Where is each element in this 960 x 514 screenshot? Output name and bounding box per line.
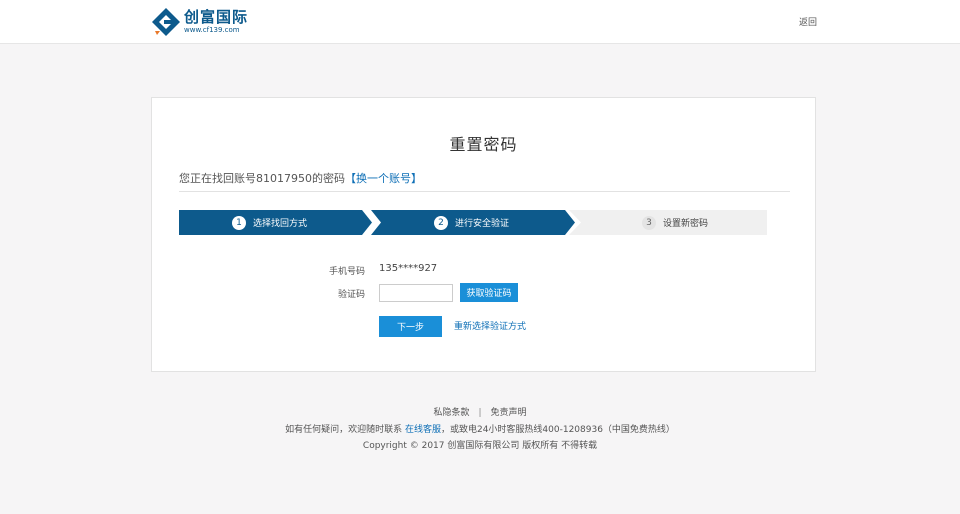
logo-name: 创富国际 <box>184 8 249 26</box>
step-progress: 1 选择找回方式 2 进行安全验证 3 设置新密码 <box>179 210 767 235</box>
help-prefix: 如有任何疑问，欢迎随时联系 <box>285 425 403 435</box>
step-2-label: 进行安全验证 <box>455 219 510 229</box>
reselect-method-link[interactable]: 重新选择验证方式 <box>454 319 526 332</box>
step-3-number: 3 <box>642 215 656 230</box>
privacy-link[interactable]: 私隐条款 <box>433 408 469 418</box>
back-link[interactable]: 返回 <box>799 15 817 28</box>
step-3: 3 设置新密码 <box>642 210 708 235</box>
reset-password-card: 重置密码 您正在找回账号81017950的密码【换一个账号】 1 选择找回方式 … <box>151 97 816 372</box>
help-suffix: ，或致电24小时客服热线400-1208936（中国免费热线） <box>440 425 675 435</box>
page-title: 重置密码 <box>449 135 518 154</box>
logo-icon <box>152 8 180 36</box>
logo-url: www.cf139.com <box>184 26 240 34</box>
step-3-label: 设置新密码 <box>663 219 709 229</box>
account-text: 您正在找回账号81017950的密码 <box>179 172 345 185</box>
footer-help: 如有任何疑问，欢迎随时联系 在线客服，或致电24小时客服热线400-120893… <box>0 422 960 435</box>
phone-value: 135****927 <box>379 263 438 274</box>
logo-text: 创富国际 www.cf139.com <box>184 10 248 34</box>
divider <box>179 191 790 192</box>
disclaimer-link[interactable]: 免责声明 <box>491 408 527 418</box>
get-code-button[interactable]: 获取验证码 <box>460 283 518 302</box>
brand-logo[interactable]: 创富国际 www.cf139.com <box>151 6 248 38</box>
switch-account-link[interactable]: 【换一个账号】 <box>345 172 422 185</box>
copyright: Copyright © 2017 创富国际有限公司 版权所有 不得转载 <box>362 441 598 451</box>
code-label: 验证码 <box>337 290 365 300</box>
step-2: 2 进行安全验证 <box>434 210 509 235</box>
step-1-number: 1 <box>232 215 246 230</box>
step-2-number: 2 <box>434 215 448 230</box>
footer-links: 私隐条款 | 免责声明 <box>0 405 960 418</box>
step-1-label: 选择找回方式 <box>253 219 308 229</box>
phone-label: 手机号码 <box>328 267 365 277</box>
next-step-button[interactable]: 下一步 <box>379 316 442 337</box>
top-header: 创富国际 www.cf139.com 返回 <box>0 0 960 44</box>
online-service-link[interactable]: 在线客服 <box>405 425 441 435</box>
footer-separator: | <box>478 408 482 418</box>
step-1: 1 选择找回方式 <box>232 210 307 235</box>
verification-code-input[interactable] <box>379 284 453 302</box>
account-info: 您正在找回账号81017950的密码【换一个账号】 <box>179 170 422 186</box>
